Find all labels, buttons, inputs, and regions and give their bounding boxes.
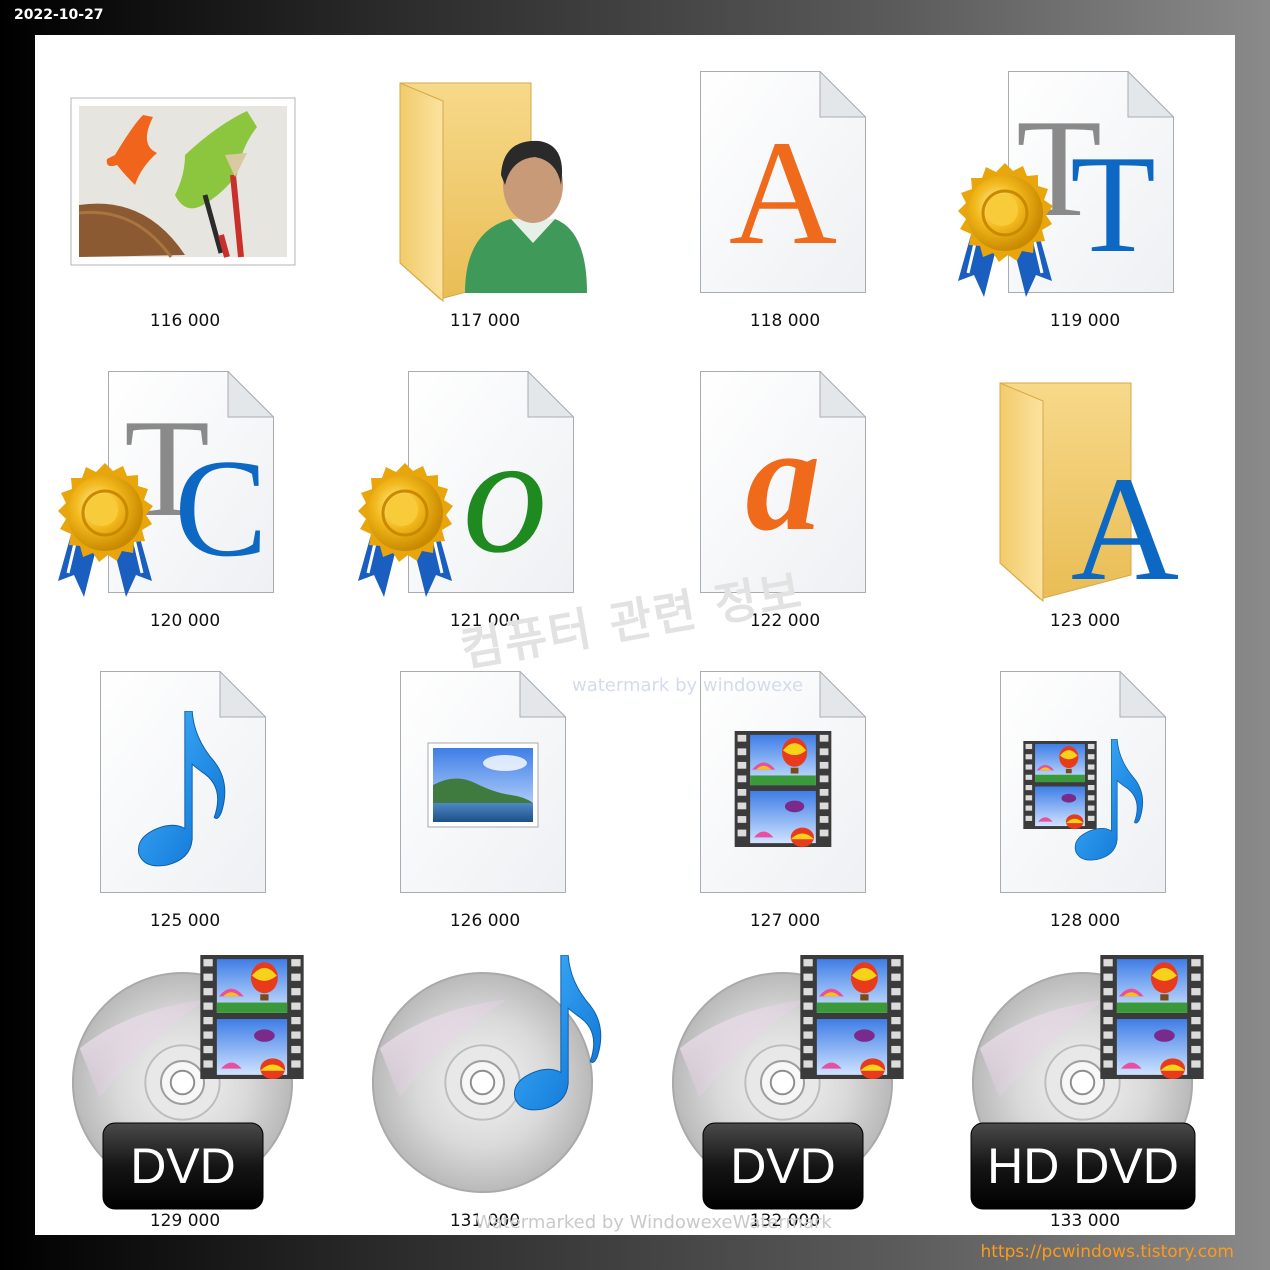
icon-label: 128 000 <box>1049 911 1121 931</box>
icon-label: 116 000 <box>149 311 221 331</box>
fonts-folder-icon: A <box>999 382 1179 612</box>
icon-label: 127 000 <box>749 911 821 931</box>
disc-badge-text: HD DVD <box>987 1138 1179 1194</box>
svg-text:C: C <box>174 431 267 586</box>
site-url-link[interactable]: https://pcwindows.tistory.com <box>981 1242 1234 1262</box>
icon-cell[interactable]: 128 000 <box>935 635 1235 935</box>
disc-badge-text: DVD <box>730 1138 836 1194</box>
icon-cell[interactable]: DVD 132 000 <box>635 935 935 1235</box>
icon-cell[interactable]: 117 000 <box>335 35 635 335</box>
user-folder-icon <box>399 82 587 303</box>
audio-cd-icon <box>371 955 602 1194</box>
icon-label: 123 000 <box>1049 611 1121 631</box>
music-file-icon <box>100 671 266 893</box>
painting-picture-icon <box>70 97 296 266</box>
icon-cell[interactable]: o 121 000 <box>335 335 635 635</box>
icon-label: 119 000 <box>1049 311 1121 331</box>
truetype-collection-font-icon: T C <box>56 371 274 599</box>
svg-text:T: T <box>1070 127 1156 282</box>
watermark-latin: watermark by windowexe <box>572 675 804 696</box>
svg-text:A: A <box>729 110 837 276</box>
icon-cell[interactable]: T T 119 000 <box>935 35 1235 335</box>
icon-label: 129 000 <box>149 1211 221 1231</box>
icon-label: 125 000 <box>149 911 221 931</box>
icon-cell[interactable]: A 123 000 <box>935 335 1235 635</box>
opentype-font-icon: o <box>356 371 574 599</box>
icon-cell[interactable]: HD DVD 133 000 <box>935 935 1235 1235</box>
icon-cell[interactable]: 131 000 <box>335 935 635 1235</box>
watermark-bottom: Watermarked by WindowexeWatermark <box>475 1212 832 1233</box>
icon-label: 133 000 <box>1049 1211 1121 1231</box>
icon-label: 118 000 <box>749 311 821 331</box>
svg-text:o: o <box>463 400 548 588</box>
icon-cell[interactable]: A 118 000 <box>635 35 935 335</box>
svg-text:a: a <box>746 396 821 562</box>
icon-cell[interactable]: T C 120 000 <box>35 335 335 635</box>
font-file-a-icon: A <box>700 71 866 293</box>
icon-cell[interactable]: DVD 129 000 <box>35 935 335 1235</box>
icon-label: 126 000 <box>449 911 521 931</box>
icon-cell[interactable]: 116 000 <box>35 35 335 335</box>
media-file-icon <box>1000 671 1166 893</box>
disc-badge-text: DVD <box>130 1138 236 1194</box>
icon-cell[interactable]: 125 000 <box>35 635 335 935</box>
icon-label: 120 000 <box>149 611 221 631</box>
svg-text:A: A <box>1071 446 1179 612</box>
date-stamp: 2022-10-27 <box>14 7 104 23</box>
truetype-font-icon: T T <box>956 71 1174 299</box>
icon-label: 117 000 <box>449 311 521 331</box>
